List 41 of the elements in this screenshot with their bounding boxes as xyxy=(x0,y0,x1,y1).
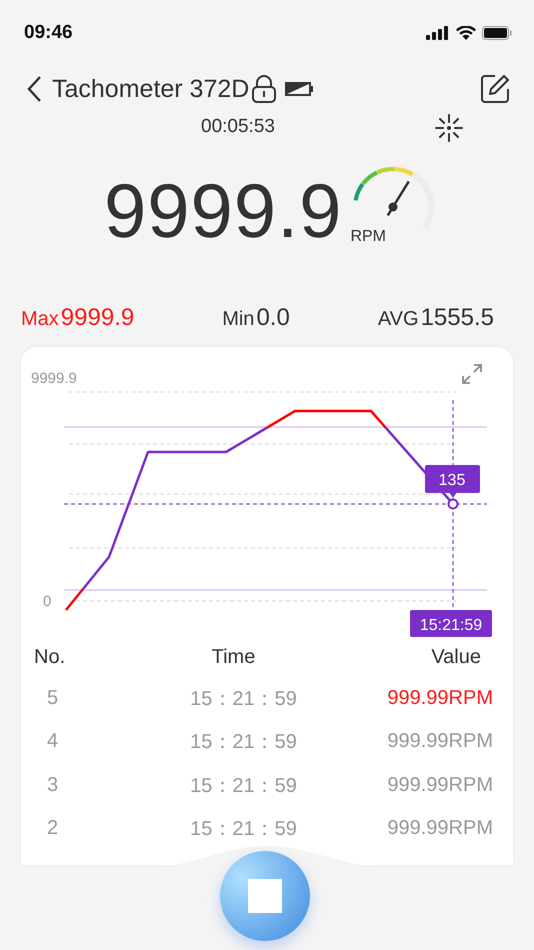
column-header: Time xyxy=(210,646,256,668)
table-cell-text: 15：21：59 xyxy=(189,687,298,712)
elapsed-time: 00:05:53 xyxy=(201,116,275,138)
battery-icon xyxy=(482,26,512,40)
table-cell-text: 5 xyxy=(46,687,60,710)
status-time: 09:46 xyxy=(24,22,73,44)
table-cell-text: 999.99RPM xyxy=(386,817,493,840)
table-cell-text: 999.99RPM xyxy=(386,730,493,754)
stat-value: 9999.9 xyxy=(60,304,134,332)
unit-label: RPM xyxy=(350,228,386,246)
wifi-icon xyxy=(456,26,476,40)
edit-icon[interactable] xyxy=(480,74,510,104)
signal-icon xyxy=(426,26,450,40)
table-cell-text: 15：21：59 xyxy=(189,774,298,799)
table-cell-text: 999.99RPM xyxy=(386,774,493,797)
tooltip-value: 135 xyxy=(438,472,466,489)
table-cell-text: 3 xyxy=(46,774,60,797)
value-tooltip xyxy=(425,465,480,498)
table-cell-text: 15：21：59 xyxy=(189,730,298,756)
table-cell-text: 15：21：59 xyxy=(189,817,298,842)
rpm-reading: 9999.9 xyxy=(104,174,342,250)
stat-label: Min xyxy=(222,308,254,331)
column-header: Value xyxy=(430,646,482,668)
table-cell-text: 2 xyxy=(46,817,60,840)
stat-value: 1555.5 xyxy=(420,304,494,332)
device-title: Tachometer 372D xyxy=(52,74,250,104)
back-icon[interactable] xyxy=(26,75,42,103)
column-header: No. xyxy=(34,646,66,668)
cursor-point[interactable] xyxy=(448,498,458,510)
axis-label: 0 xyxy=(43,593,52,610)
stat-label: Max xyxy=(21,308,59,331)
tooltip-time: 15:21:59 xyxy=(420,617,482,634)
table-cell-text: 4 xyxy=(46,730,60,754)
expand-icon[interactable] xyxy=(461,363,483,385)
table-cell-text: 999.99RPM xyxy=(386,687,493,710)
sparkle-icon[interactable] xyxy=(434,113,464,143)
axis-label: 9999.9 xyxy=(31,370,77,387)
device-battery-icon xyxy=(285,81,316,97)
stat-value: 0.0 xyxy=(256,304,290,332)
stop-icon xyxy=(248,879,282,913)
stat-label: AVG xyxy=(378,308,419,331)
